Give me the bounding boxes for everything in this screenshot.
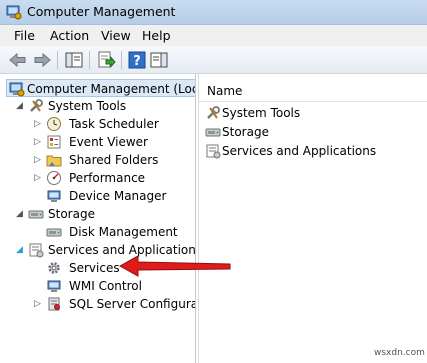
tree-item-wmi-control[interactable]: WMI Control [34, 277, 194, 295]
tree-item-label: WMI Control [69, 279, 142, 293]
column-header-name[interactable]: Name [199, 80, 427, 102]
tree-item-task-scheduler[interactable]: ▷ Task Scheduler [34, 115, 194, 133]
forward-arrow-icon[interactable] [32, 50, 52, 70]
tree-item-computer-management[interactable]: Computer Management (Local [6, 79, 196, 97]
services-apps-icon [29, 243, 44, 258]
expanded-triangle-icon[interactable]: ◢ [16, 245, 25, 255]
toolbar-separator [89, 51, 90, 69]
shared-folder-icon [46, 155, 62, 167]
export-list-icon[interactable] [96, 50, 116, 70]
menu-bar: File Action View Help [0, 25, 427, 46]
storage-icon [205, 128, 221, 137]
tree-item-label: Computer Management (Local [27, 82, 196, 96]
sql-server-icon [48, 297, 60, 311]
window-title: Computer Management [27, 4, 176, 19]
help-icon[interactable]: ? [127, 50, 147, 70]
tree-item-label: Storage [48, 207, 95, 221]
expanded-triangle-icon[interactable]: ◢ [16, 101, 25, 111]
menu-help[interactable]: Help [142, 28, 171, 43]
tree-item-label: Device Manager [69, 189, 167, 203]
disk-icon [46, 228, 62, 237]
tree-item-label: Services [69, 261, 120, 275]
collapsed-triangle-icon[interactable]: ▷ [34, 119, 43, 129]
show-hide-action-pane-icon[interactable] [149, 50, 169, 70]
collapsed-triangle-icon[interactable]: ▷ [34, 155, 43, 165]
tree-item-system-tools[interactable]: ◢ System Tools [16, 97, 186, 115]
tools-icon [207, 106, 220, 119]
tree-item-label: Performance [69, 171, 146, 185]
wmi-icon [47, 280, 61, 292]
red-annotation-arrow [118, 255, 231, 277]
tree-item-shared-folders[interactable]: ▷ Shared Folders [34, 151, 194, 169]
tools-icon [30, 99, 43, 112]
event-viewer-icon [47, 135, 61, 149]
tree-item-storage[interactable]: ◢ Storage [16, 205, 186, 223]
console-tree[interactable]: Computer Management (Local ◢ System Tool… [0, 74, 196, 363]
tree-item-sql-server-configuration[interactable]: ▷ SQL Server Configuratic [34, 295, 195, 313]
toolbar-separator [57, 51, 58, 69]
storage-icon [28, 210, 44, 219]
tree-item-label: Shared Folders [69, 153, 159, 167]
svg-text:?: ? [133, 54, 141, 69]
computer-icon [9, 82, 25, 97]
computer-management-app-icon [6, 5, 22, 20]
list-item-label: System Tools [222, 106, 301, 120]
toolbar: ? [0, 46, 427, 74]
tree-item-label: Disk Management [69, 225, 178, 239]
collapsed-triangle-icon[interactable]: ▷ [34, 299, 43, 309]
toolbar-separator [121, 51, 122, 69]
gear-icon [48, 262, 60, 274]
list-item-label: Storage [222, 125, 269, 139]
collapsed-triangle-icon[interactable]: ▷ [34, 173, 43, 183]
expanded-triangle-icon[interactable]: ◢ [16, 209, 25, 219]
services-apps-icon [206, 144, 221, 159]
tree-item-label: SQL Server Configuratic [69, 297, 195, 311]
show-hide-console-tree-icon[interactable] [64, 50, 84, 70]
back-arrow-icon[interactable] [8, 50, 28, 70]
clock-icon [47, 117, 61, 131]
menu-view[interactable]: View [101, 28, 131, 43]
list-item-label: Services and Applications [222, 144, 377, 158]
performance-icon [47, 171, 61, 185]
tree-item-device-manager[interactable]: Device Manager [34, 187, 194, 205]
column-header-label: Name [207, 84, 243, 98]
tree-item-label: Task Scheduler [69, 117, 159, 131]
menu-file[interactable]: File [14, 28, 35, 43]
tree-item-disk-management[interactable]: Disk Management [34, 223, 194, 241]
tree-item-label: Event Viewer [69, 135, 148, 149]
title-bar: Computer Management [0, 0, 427, 25]
tree-item-label: System Tools [48, 99, 127, 113]
results-pane[interactable]: Name System Tools Storage Services and A… [198, 74, 427, 363]
menu-action[interactable]: Action [50, 28, 89, 43]
watermark: wsxdn.com [374, 348, 425, 358]
tree-item-event-viewer[interactable]: ▷ Event Viewer [34, 133, 194, 151]
collapsed-triangle-icon[interactable]: ▷ [34, 137, 43, 147]
tree-item-performance[interactable]: ▷ Performance [34, 169, 194, 187]
device-manager-icon [47, 190, 61, 202]
